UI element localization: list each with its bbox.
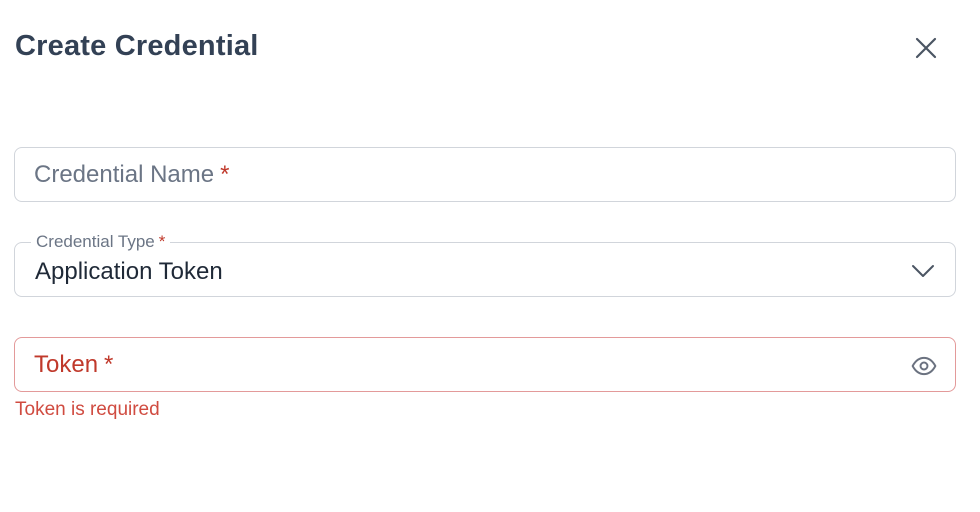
credential-type-label: Credential Type *: [31, 231, 171, 253]
credential-type-label-text: Credential Type: [36, 232, 155, 251]
required-mark: *: [158, 232, 166, 251]
close-button[interactable]: [906, 28, 946, 68]
credential-type-select[interactable]: Credential Type * Application Token: [14, 231, 956, 297]
credential-name-placeholder: Credential Name *: [34, 160, 229, 190]
token-error-message: Token is required: [15, 399, 160, 420]
token-field[interactable]: Token *: [14, 337, 956, 392]
credential-name-placeholder-text: Credential Name: [34, 161, 215, 188]
required-mark: *: [104, 351, 114, 378]
dialog-title: Create Credential: [15, 30, 259, 62]
close-icon: [915, 37, 937, 59]
chevron-down-icon[interactable]: [911, 259, 935, 283]
required-mark: *: [220, 161, 230, 188]
token-placeholder-text: Token: [34, 351, 99, 378]
token-placeholder: Token *: [34, 350, 113, 380]
create-credential-dialog: Create Credential Credential Name * Crede…: [0, 0, 980, 512]
credential-type-value: Application Token: [35, 258, 223, 285]
eye-icon[interactable]: [911, 353, 937, 379]
credential-name-field[interactable]: Credential Name *: [14, 147, 956, 202]
